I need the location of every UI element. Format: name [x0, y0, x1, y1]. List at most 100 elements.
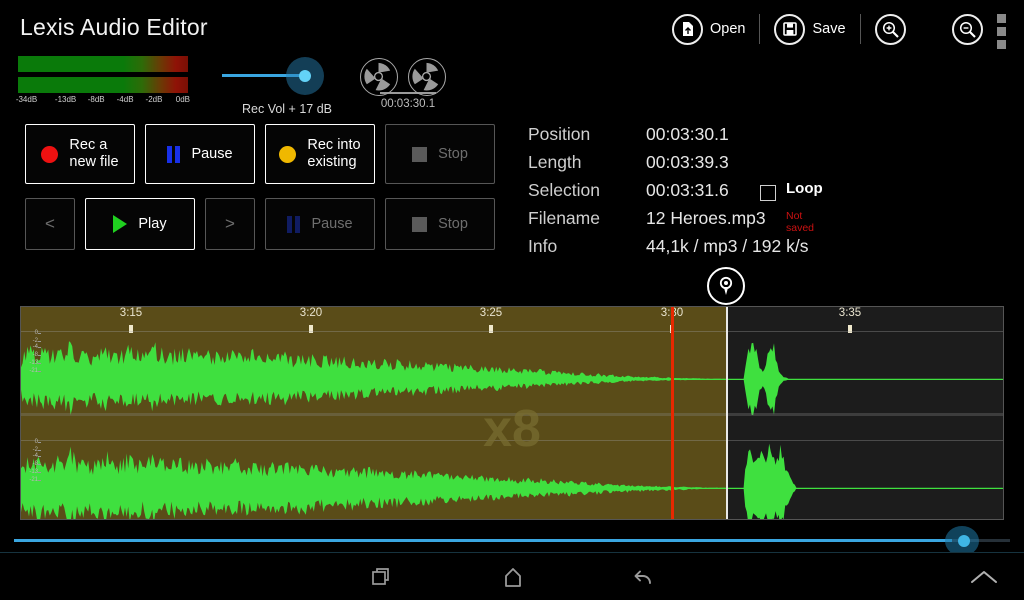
time-ruler-label: 3:20: [299, 307, 323, 319]
rec-stop-button: Stop: [385, 124, 495, 184]
level-meter-right: [18, 77, 188, 93]
home-icon[interactable]: [490, 559, 536, 595]
meter-scale-label: -2dB: [145, 95, 163, 104]
waveform-db-tick: [38, 370, 41, 372]
scrollbar-thumb[interactable]: [958, 535, 970, 547]
waveform-zero-line: [21, 488, 1003, 489]
info-value: 00:03:39.3: [646, 152, 729, 172]
rec-new-file-button[interactable]: Rec a new file: [25, 124, 135, 184]
meter-scale-label: -13dB: [54, 95, 77, 104]
prev-arrow-icon: <: [45, 214, 55, 233]
info-value: 00:03:30.1: [646, 124, 729, 144]
open-button[interactable]: Open: [672, 13, 746, 45]
level-meters: -34dB -13dB -8dB -4dB -2dB 0dB: [15, 56, 191, 108]
info-value: 44,1k / mp3 / 192 k/s: [646, 236, 809, 256]
waveform-canvas[interactable]: 3:153:203:253:303:35 0-2-4-8-13-21 0-2-4…: [20, 306, 1004, 520]
meter-scale-label: -34dB: [15, 95, 38, 104]
waveform-db-label: -21: [29, 476, 38, 483]
toolbar-actions: Open Save: [672, 8, 983, 50]
waveform-zero-line: [21, 379, 1003, 380]
play-button[interactable]: Play: [85, 198, 195, 250]
rec-volume-label: Rec Vol + 17 dB: [242, 102, 332, 116]
play-label: Play: [138, 215, 167, 232]
info-key: Selection: [528, 180, 600, 200]
toolbar-divider-1: [759, 14, 761, 44]
play-pause-label: Pause: [311, 215, 353, 232]
play-stop-button: Stop: [385, 198, 495, 250]
rec-stop-label: Stop: [438, 145, 468, 162]
waveform-db-tick: [38, 333, 41, 335]
rec-new-file-label: Rec a new file: [69, 137, 119, 170]
loop-checkbox[interactable]: [760, 185, 776, 201]
open-button-label: Open: [710, 21, 746, 37]
overflow-dot: [997, 27, 1006, 36]
open-file-icon: [672, 13, 703, 45]
waveform-db-tick: [38, 463, 41, 465]
chevron-up-icon[interactable]: [961, 559, 1007, 595]
waveform-db-tick: [38, 363, 41, 365]
info-key: Filename: [528, 208, 600, 228]
time-ruler-label: 3:35: [838, 307, 862, 319]
record-overdub-dot-icon: [279, 145, 297, 163]
recents-icon[interactable]: [359, 559, 405, 595]
time-ruler-label: 3:15: [119, 307, 143, 319]
pause-icon: [287, 215, 301, 233]
info-key: Length: [528, 152, 582, 172]
next-arrow-icon: >: [225, 214, 235, 233]
set-marker-button[interactable]: [707, 267, 745, 305]
meter-scale-label: -4dB: [116, 95, 134, 104]
playhead-cursor[interactable]: [671, 307, 674, 519]
zoom-level-watermark: x8: [483, 400, 541, 458]
scrollbar-fill: [14, 539, 952, 542]
overflow-menu-icon[interactable]: [997, 14, 1006, 53]
reel-left-icon: [360, 58, 398, 96]
rec-pause-label: Pause: [191, 145, 233, 162]
rec-into-existing-label: Rec into existing: [307, 137, 361, 170]
rec-into-existing-button[interactable]: Rec into existing: [265, 124, 375, 184]
rec-pause-button[interactable]: Pause: [145, 124, 255, 184]
time-ruler[interactable]: 3:153:203:253:303:35: [21, 307, 1003, 333]
next-button[interactable]: >: [205, 198, 255, 250]
level-meter-scale: -34dB -13dB -8dB -4dB -2dB 0dB: [15, 95, 191, 108]
save-button-label: Save: [812, 21, 846, 37]
zoom-out-icon[interactable]: [951, 13, 983, 45]
waveform-db-tick: [38, 347, 41, 349]
pause-icon: [167, 145, 181, 163]
overflow-dot: [997, 40, 1006, 49]
android-navigation-bar: [0, 553, 1024, 600]
record-dot-icon: [41, 145, 59, 163]
info-key: Info: [528, 236, 558, 256]
play-stop-label: Stop: [438, 215, 468, 232]
waveform-db-label: -13: [29, 469, 38, 476]
info-key: Position: [528, 124, 591, 144]
waveform-db-tick: [38, 354, 41, 356]
reel-right-icon: [408, 58, 446, 96]
save-button[interactable]: Save: [774, 13, 846, 45]
waveform-db-tick: [38, 472, 41, 474]
rec-volume-thumb[interactable]: [299, 70, 311, 82]
waveform-db-tick: [38, 479, 41, 481]
meter-scale-label: -8dB: [87, 95, 105, 104]
play-triangle-icon: [113, 215, 128, 233]
selection-end-cursor[interactable]: [726, 307, 728, 519]
stop-square-icon: [412, 146, 428, 162]
save-floppy-icon: [774, 13, 806, 45]
info-value: 00:03:31.6: [646, 180, 729, 200]
zoom-in-icon[interactable]: [874, 13, 906, 45]
toolbar-divider-2: [859, 14, 861, 44]
level-meter-left: [18, 56, 188, 72]
prev-button[interactable]: <: [25, 198, 75, 250]
time-ruler-label: 3:25: [479, 307, 503, 319]
not-saved-badge: Not saved: [786, 210, 815, 234]
stop-square-icon: [412, 216, 428, 232]
play-pause-button: Pause: [265, 198, 375, 250]
meter-scale-label: 0dB: [175, 95, 191, 104]
waveform-db-label: -13: [29, 360, 38, 367]
top-app-bar: Lexis Audio Editor Open Save: [0, 0, 1024, 58]
back-icon[interactable]: [620, 559, 666, 595]
info-value-filename: 12 Heroes.mp3: [646, 208, 766, 228]
marker-pin-icon: [719, 276, 733, 295]
horizontal-scrollbar[interactable]: [0, 526, 1024, 556]
waveform-db-tick: [38, 340, 41, 342]
waveform-db-label: -21: [29, 367, 38, 374]
